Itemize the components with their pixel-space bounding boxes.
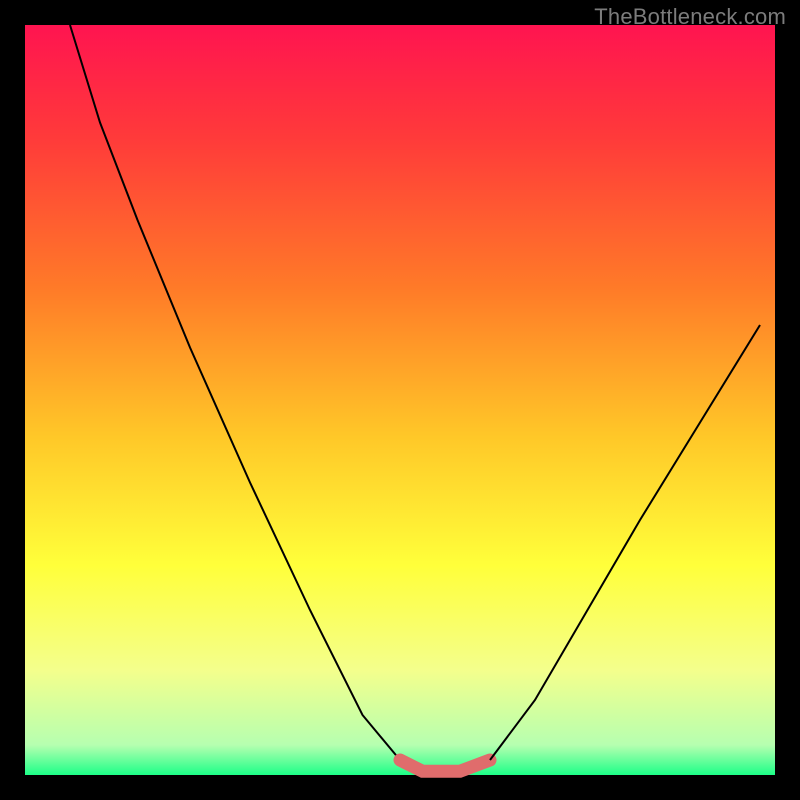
- chart-frame: TheBottleneck.com: [0, 0, 800, 800]
- series-flat-red-segment: [400, 760, 490, 771]
- series-right-curve: [490, 325, 760, 760]
- series-left-curve: [70, 25, 400, 760]
- chart-svg: [25, 25, 775, 775]
